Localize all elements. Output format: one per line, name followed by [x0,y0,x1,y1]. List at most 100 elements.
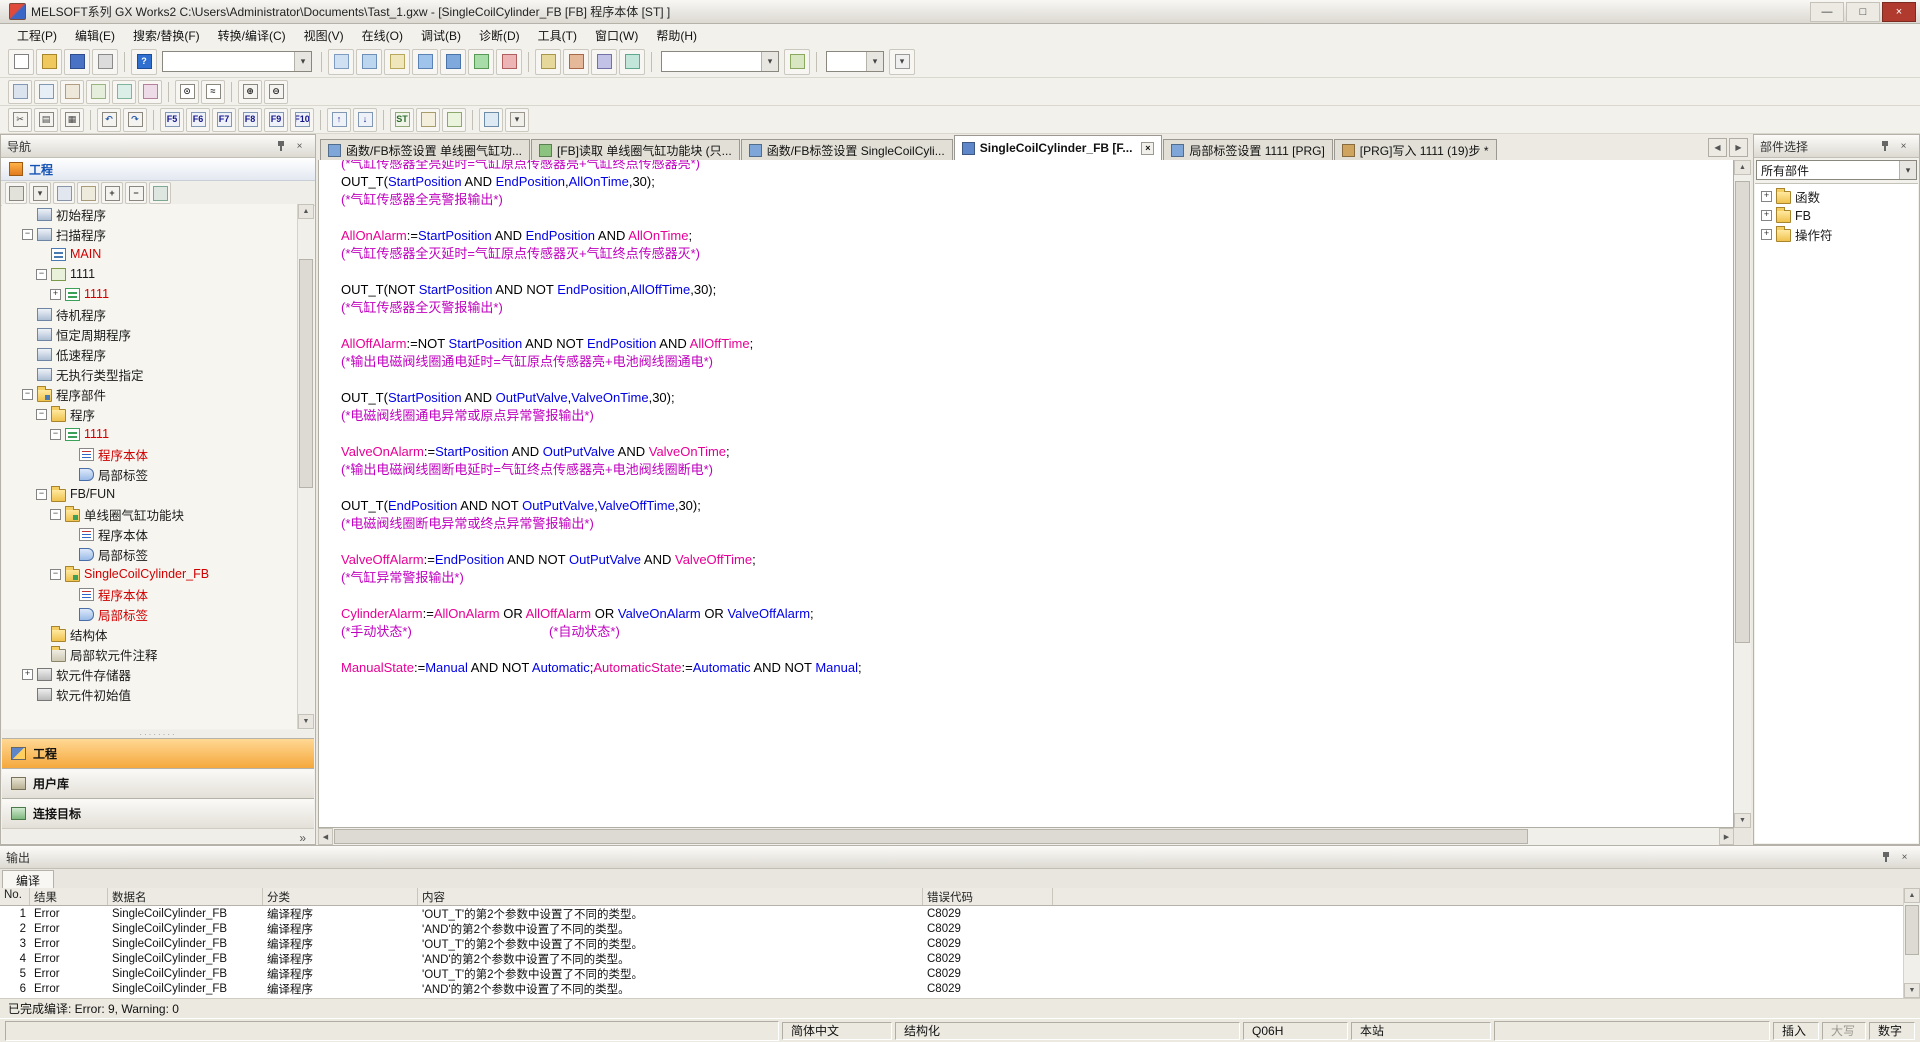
tree-item-无执行类型指定[interactable]: 无执行类型指定 [2,364,298,384]
menu-item-调试(B)[interactable]: 调试(B) [412,25,470,46]
nav-sort-icon[interactable] [53,182,75,204]
editor-vertical-scrollbar[interactable]: ▲ ▼ [1734,160,1751,828]
navigation-window-icon[interactable] [8,80,32,104]
scroll-track[interactable] [298,219,314,714]
watch-combo[interactable]: ▾ [661,51,779,72]
scroll-track[interactable] [333,828,1719,845]
cut-icon[interactable]: ✂ [8,108,32,132]
help-icon[interactable]: ? [131,49,157,75]
collapse-icon[interactable]: − [36,489,47,500]
collapse-icon[interactable]: − [36,269,47,280]
scroll-down-icon[interactable]: ▼ [298,714,314,729]
scroll-track[interactable] [1734,175,1751,813]
column-header-结果[interactable]: 结果 [30,888,108,905]
scroll-thumb[interactable] [299,259,313,489]
device-use-list-icon[interactable] [112,80,136,104]
menu-item-工程(P)[interactable]: 工程(P) [8,25,66,46]
convert-icon[interactable] [412,49,438,75]
open-contact-icon[interactable]: F5 [160,108,184,132]
tree-item-扫描程序[interactable]: −扫描程序 [2,224,298,244]
menu-item-转换/编译(C)[interactable]: 转换/编译(C) [209,25,295,46]
splitter-handle[interactable]: ········ [2,730,314,738]
error-row[interactable]: 5ErrorSingleCoilCylinder_FB编译程序'OUT_T'的第… [0,966,1904,981]
element-filter-combo[interactable]: 所有部件 ▾ [1756,160,1917,180]
tree-item-软元件初始值[interactable]: 软元件初始值 [2,684,298,704]
program-select-combo[interactable]: ▾ [162,51,312,72]
parameter-icon[interactable] [328,49,354,75]
nav-display-icon[interactable] [5,182,27,204]
scroll-up-icon[interactable]: ▲ [298,204,314,219]
tree-item-低速程序[interactable]: 低速程序 [2,344,298,364]
scroll-up-icon[interactable]: ▲ [1904,888,1920,903]
scroll-left-icon[interactable]: ◀ [318,828,333,845]
tree-item-软元件存储器[interactable]: +软元件存储器 [2,664,298,684]
menu-item-帮助(H)[interactable]: 帮助(H) [647,25,706,46]
coil-icon[interactable]: F7 [212,108,236,132]
scroll-up-icon[interactable]: ▲ [1734,160,1751,175]
tree-item-恒定周期程序[interactable]: 恒定周期程序 [2,324,298,344]
pin-icon[interactable] [1876,849,1895,866]
output-scrollbar[interactable]: ▲ ▼ [1903,888,1920,998]
view-button-用户库[interactable]: 用户库 [2,768,314,798]
scroll-thumb[interactable] [334,829,1528,844]
tab-compile[interactable]: 编译 [2,870,54,889]
tree-item-局部标签[interactable]: 局部标签 [2,604,298,624]
vertical-line-icon[interactable]: F9 [264,108,288,132]
tab-函数/FB标签设置 单线圈气缸功...[interactable]: 函数/FB标签设置 单线圈气缸功... [320,139,530,160]
navigation-scrollbar[interactable]: ▲ ▼ [297,204,314,729]
device-comment-icon[interactable] [384,49,410,75]
tab-scroll-right-icon[interactable]: ▶ [1729,138,1748,157]
diagnostics-icon[interactable] [619,49,645,75]
tree-item-1111[interactable]: −1111 [2,424,298,444]
collapse-icon[interactable]: − [36,409,47,420]
menu-item-在线(O)[interactable]: 在线(O) [353,25,412,46]
view-button-工程[interactable]: 工程 [2,738,314,768]
closed-contact-icon[interactable]: F6 [186,108,210,132]
tree-item-待机程序[interactable]: 待机程序 [2,304,298,324]
chevron-down-icon[interactable]: ▾ [889,49,915,75]
view-button-连接目标[interactable]: 连接目标 [2,798,314,828]
scroll-right-icon[interactable]: ▶ [1719,828,1734,845]
tree-item-MAIN[interactable]: MAIN [2,244,298,264]
more-views-chevron[interactable]: » [2,828,314,846]
menu-item-窗口(W)[interactable]: 窗口(W) [586,25,647,46]
rising-pulse-icon[interactable]: ↑ [327,108,351,132]
chevron-down-icon[interactable]: ▾ [761,52,778,71]
expand-icon[interactable]: + [1761,229,1772,240]
tree-item-局部软元件注释[interactable]: 局部软元件注释 [2,644,298,664]
chevron-down-icon[interactable]: ▾ [505,108,529,132]
device-test-icon[interactable] [479,108,503,132]
pin-icon[interactable] [271,138,290,155]
column-header-内容[interactable]: 内容 [418,888,923,905]
close-icon[interactable]: × [1895,849,1914,866]
monitor-stop-icon[interactable] [496,49,522,75]
tree-item-结构体[interactable]: 结构体 [2,624,298,644]
element-selection-window-icon[interactable] [34,80,58,104]
error-row[interactable]: 3ErrorSingleCoilCylinder_FB编译程序'OUT_T'的第… [0,936,1904,951]
tab-[PRG]写入 1111 (19)步 *[interactable]: [PRG]写入 1111 (19)步 * [1334,139,1497,160]
scroll-thumb[interactable] [1905,905,1919,955]
error-row[interactable]: 1ErrorSingleCoilCylinder_FB编译程序'OUT_T'的第… [0,906,1904,921]
nav-settings-icon[interactable] [149,182,171,204]
tree-item-局部标签[interactable]: 局部标签 [2,464,298,484]
write-to-plc-icon[interactable] [563,49,589,75]
label-setting-icon[interactable] [356,49,382,75]
read-from-plc-icon[interactable] [535,49,561,75]
column-header-数据名[interactable]: 数据名 [108,888,263,905]
application-instruction-icon[interactable]: F8 [238,108,262,132]
element-item-FB[interactable]: +FB [1755,206,1918,225]
find-icon[interactable]: ⊙ [175,80,199,104]
menu-item-诊断(D)[interactable]: 诊断(D) [470,25,529,46]
error-row[interactable]: 6ErrorSingleCoilCylinder_FB编译程序'AND'的第2个… [0,981,1904,996]
st-editor[interactable]: (*气缸传感器全亮延时=气缸原点传感器亮+气缸终点传感器亮*)OUT_T(Sta… [318,160,1734,828]
minimize-button[interactable]: — [1810,2,1844,22]
zoom-combo[interactable]: ▾ [826,51,884,72]
inline-st-icon[interactable]: ST [390,108,414,132]
start-watch-icon[interactable] [784,49,810,75]
chevron-down-icon[interactable]: ▾ [1899,161,1916,179]
horizontal-line-icon[interactable]: F10 [290,108,314,132]
error-row[interactable]: 2ErrorSingleCoilCylinder_FB编译程序'AND'的第2个… [0,921,1904,936]
column-header-No.[interactable]: No. [0,888,30,905]
close-icon[interactable]: × [290,138,309,155]
scroll-thumb[interactable] [1735,181,1750,642]
